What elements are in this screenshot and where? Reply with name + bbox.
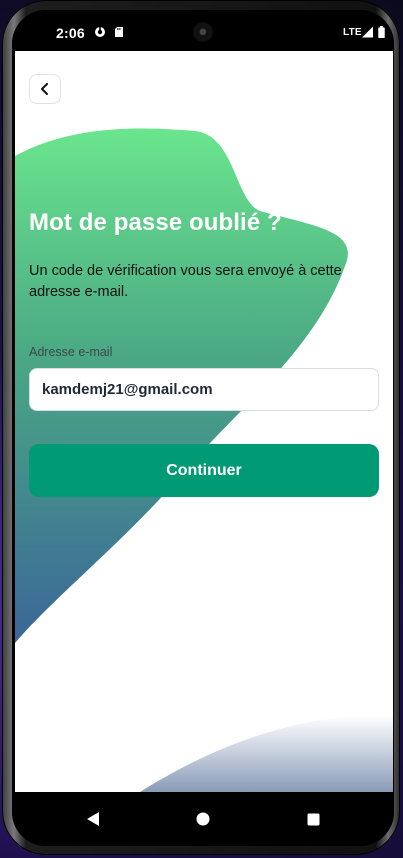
battery-icon — [378, 26, 385, 38]
page-title: Mot de passe oublié ? — [29, 209, 282, 236]
nav-home-button[interactable] — [190, 806, 216, 832]
sd-card-icon — [115, 27, 123, 37]
front-camera — [193, 22, 215, 44]
chevron-left-icon — [41, 83, 48, 95]
nav-recents-button[interactable] — [300, 806, 326, 832]
phone-bezel: 2:06 LTE Mot de passe oublié ? Un code d… — [12, 10, 394, 846]
status-bar: 2:06 LTE — [12, 10, 394, 52]
data-saver-icon — [95, 27, 105, 37]
continue-button[interactable]: Continuer — [29, 444, 379, 497]
email-field[interactable] — [29, 368, 379, 411]
status-time: 2:06 — [56, 25, 85, 41]
navigation-bar — [12, 792, 394, 846]
page-description: Un code de vérification vous sera envoyé… — [29, 263, 342, 300]
phone-frame: 2:06 LTE Mot de passe oublié ? Un code d… — [2, 0, 400, 855]
app-screen: Mot de passe oublié ? Un code de vérific… — [15, 51, 393, 792]
recents-square-icon — [307, 813, 319, 825]
email-label: Adresse e-mail — [29, 345, 113, 359]
network-type: LTE — [343, 27, 362, 38]
home-circle-icon — [196, 812, 210, 826]
back-button[interactable] — [29, 74, 61, 104]
nav-back-button[interactable] — [80, 806, 106, 832]
background-shapes — [15, 128, 393, 792]
back-triangle-icon — [87, 812, 99, 826]
signal-icon — [362, 26, 373, 38]
